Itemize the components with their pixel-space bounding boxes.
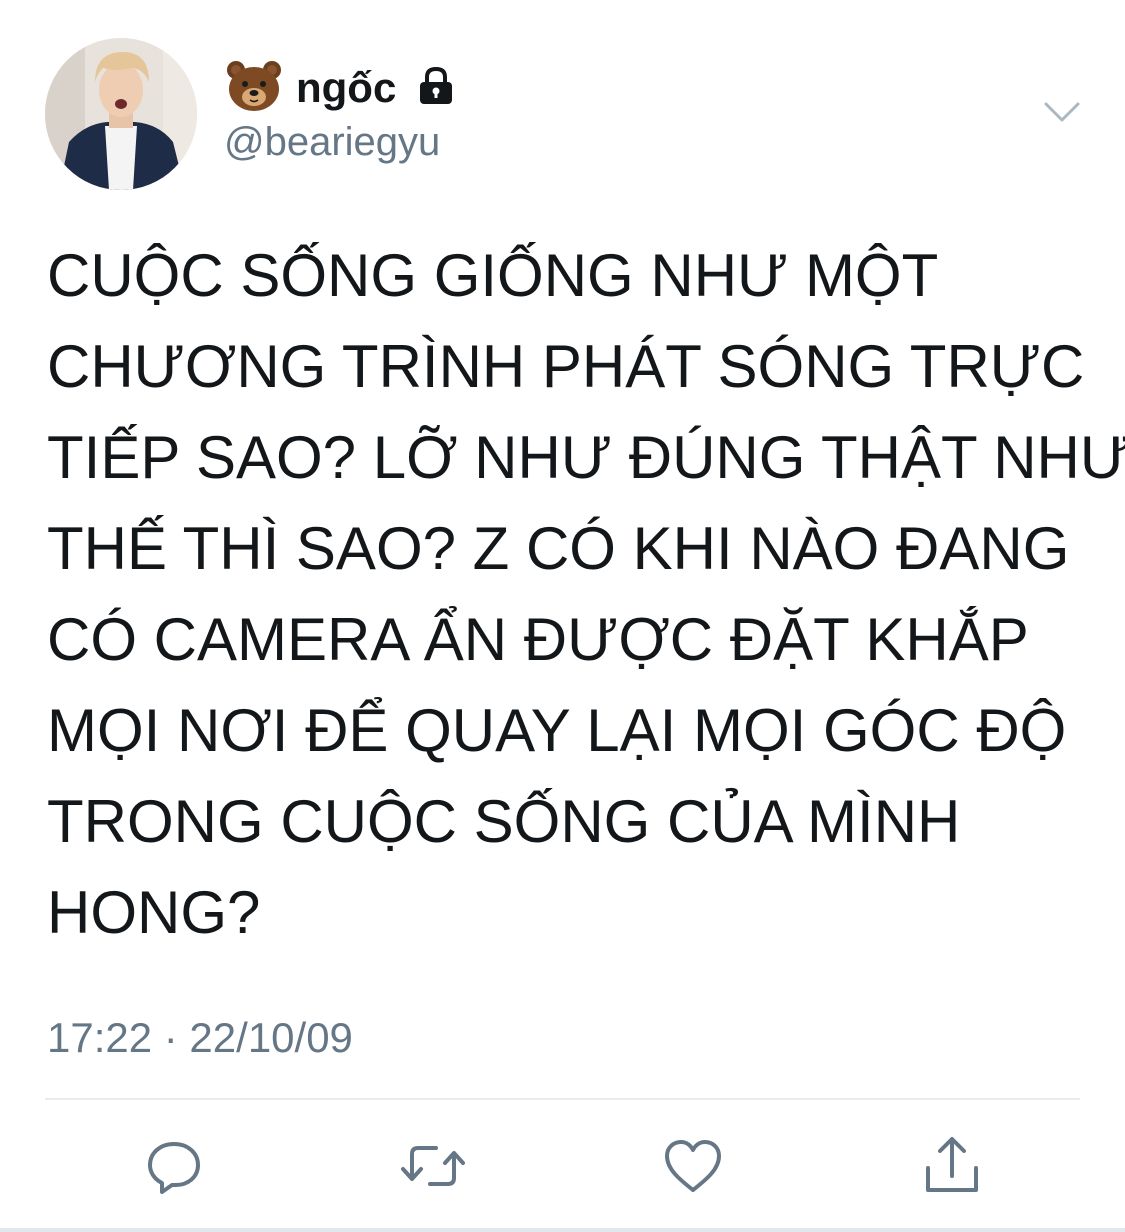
tweet-text-line: THẾ THÌ SAO? Z CÓ KHI NÀO ĐANG [47, 515, 1070, 582]
tweet-text-line: TRONG CUỘC SỐNG CỦA MÌNH [47, 788, 961, 855]
user-handle[interactable]: @beariegyu [224, 118, 440, 166]
avatar[interactable] [45, 38, 197, 190]
reply-button[interactable] [142, 1134, 206, 1198]
like-button[interactable] [661, 1134, 725, 1198]
tweet-text-line: MỌI NƠI ĐỂ QUAY LẠI MỌI GÓC ĐỘ [47, 697, 1067, 764]
chevron-down-icon[interactable] [1040, 96, 1084, 128]
tweet-text-line: HONG? [47, 879, 261, 946]
display-name[interactable]: ngốc [296, 62, 396, 114]
tweet-text-line: CÓ CAMERA ẨN ĐƯỢC ĐẶT KHẮP [47, 606, 1029, 673]
lock-icon [414, 64, 458, 108]
bear-emoji-icon [226, 60, 282, 112]
share-button[interactable] [920, 1134, 984, 1198]
retweet-button[interactable] [398, 1134, 465, 1198]
heart-icon [665, 1140, 721, 1192]
bottom-divider [0, 1228, 1125, 1232]
tweet-text: CUỘC SỐNG GIỐNG NHƯ MỘT CHƯƠNG TRÌNH PHÁ… [47, 230, 1125, 958]
tweet-text-line: CHƯƠNG TRÌNH PHÁT SÓNG TRỰC [47, 333, 1085, 400]
share-icon [926, 1137, 978, 1192]
tweet-text-line: CUỘC SỐNG GIỐNG NHƯ MỘT [47, 242, 939, 309]
divider [45, 1098, 1080, 1100]
tweet-timestamp[interactable]: 17:22 · 22/10/09 [47, 1012, 353, 1064]
tweet-text-line: TIẾP SAO? LỠ NHƯ ĐÚNG THẬT NHƯ [47, 424, 1125, 491]
reply-icon [148, 1142, 200, 1194]
retweet-icon [401, 1146, 465, 1186]
